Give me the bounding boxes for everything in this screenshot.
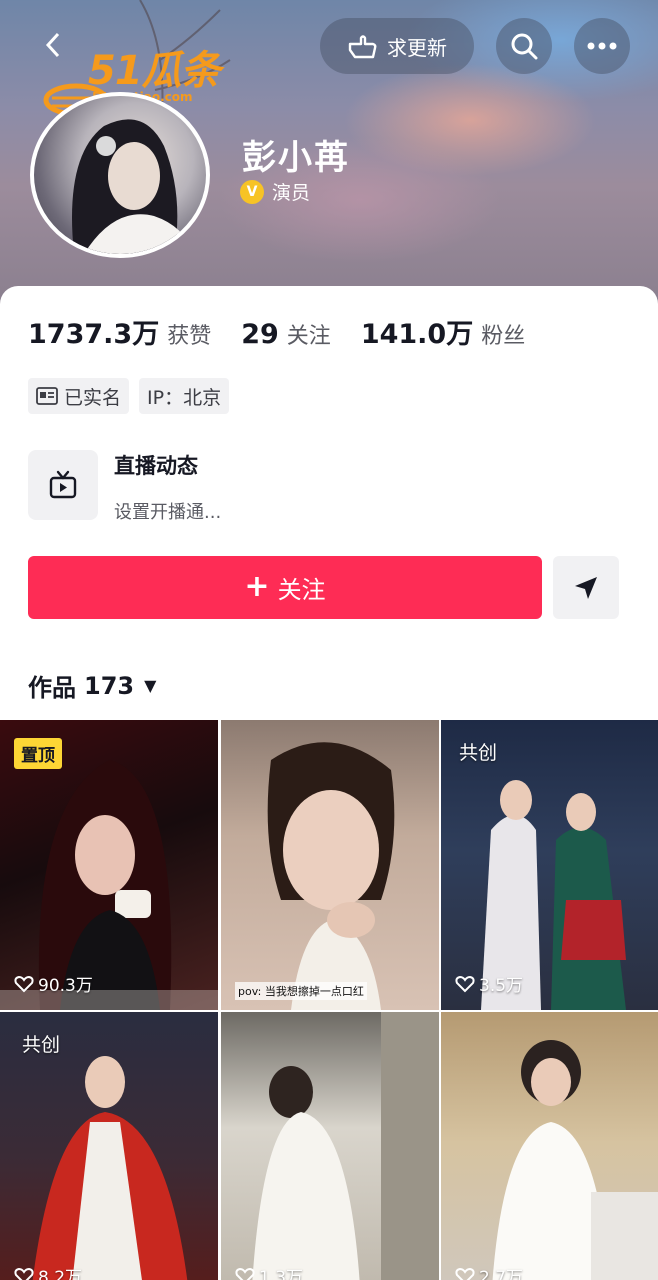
pinned-badge: 置顶	[14, 738, 62, 769]
heart-icon	[14, 1267, 34, 1280]
verified-row: V 演员	[240, 178, 310, 205]
heart-icon	[455, 975, 475, 992]
video-likes: 3.5万	[455, 971, 523, 996]
stat-followers-label: 粉丝	[481, 324, 526, 349]
back-chevron-icon[interactable]	[44, 30, 62, 64]
caret-down-icon: ▼	[144, 676, 157, 695]
video-tile[interactable]: 共创 3.5万	[441, 720, 658, 1010]
tags-row: 已实名 IP：北京	[28, 378, 230, 414]
likes-count: 1.3万	[259, 1268, 304, 1280]
tag-ip-label: IP：北京	[147, 386, 222, 409]
follow-button[interactable]: + 关注	[28, 556, 542, 619]
video-thumbnail	[252, 1012, 439, 1280]
tag-verified-identity[interactable]: 已实名	[28, 378, 130, 414]
stat-likes-label: 获赞	[167, 324, 212, 349]
hand-point-icon	[348, 35, 377, 59]
works-count: 173	[84, 671, 135, 700]
tag-verified-label: 已实名	[64, 386, 122, 409]
live-activity[interactable]: 直播动态 设置开播通...	[28, 450, 221, 524]
live-icon-box	[28, 450, 98, 520]
plus-icon: +	[244, 568, 270, 604]
watermark-brand: 51瓜条	[88, 48, 221, 94]
heart-icon	[235, 1267, 255, 1280]
likes-count: 8.2万	[38, 1268, 83, 1280]
video-tile[interactable]: 1.3万	[221, 1012, 439, 1280]
search-icon	[511, 33, 538, 60]
tag-ip-location: IP：北京	[139, 378, 230, 414]
live-text: 直播动态 设置开播通...	[114, 450, 221, 524]
id-card-icon	[36, 387, 58, 405]
stat-followers-value[interactable]: 141.0万	[361, 312, 473, 351]
co-creation-badge: 共创	[459, 742, 498, 764]
likes-count: 90.3万	[38, 976, 93, 996]
video-caption: pov: 当我想擦掉一点口红	[235, 982, 367, 1000]
video-tile[interactable]: 2.7万	[441, 1012, 658, 1280]
video-grid: 置顶 90.3万 pov: 当我想擦掉一点口红 共创 3.5万 共创 8.2万 …	[0, 720, 658, 1280]
stat-following-value[interactable]: 29	[241, 319, 279, 350]
video-tile[interactable]: 共创 8.2万	[0, 1012, 218, 1280]
stats-row: 1737.3万 获赞 29 关注 141.0万 粉丝	[28, 312, 555, 351]
request-update-label: 求更新	[387, 35, 447, 60]
stat-following-label: 关注	[286, 324, 331, 349]
verified-label: 演员	[272, 182, 311, 204]
video-tile[interactable]: 置顶 90.3万	[0, 720, 218, 1010]
likes-count: 2.7万	[479, 1268, 524, 1280]
profile-name: 彭小苒	[242, 138, 350, 178]
video-likes: 90.3万	[14, 971, 93, 996]
video-likes: 8.2万	[14, 1263, 82, 1280]
heart-icon	[14, 975, 34, 992]
more-button[interactable]	[574, 18, 630, 74]
video-likes: 1.3万	[235, 1263, 303, 1280]
co-creation-badge: 共创	[22, 1034, 61, 1056]
likes-count: 3.5万	[479, 976, 524, 996]
live-subtitle: 设置开播通...	[114, 502, 222, 523]
request-update-button[interactable]: 求更新	[320, 18, 474, 74]
avatar-portrait	[72, 119, 194, 254]
video-tile[interactable]: pov: 当我想擦掉一点口红	[221, 720, 439, 1010]
works-label: 作品	[28, 674, 76, 702]
more-dots-icon	[587, 42, 617, 50]
avatar[interactable]	[30, 92, 210, 258]
video-likes: 2.7万	[455, 1263, 523, 1280]
heart-icon	[455, 1267, 475, 1280]
send-icon	[575, 576, 597, 599]
stat-likes-value[interactable]: 1737.3万	[28, 312, 159, 351]
follow-label: 关注	[277, 576, 326, 604]
video-thumbnail	[267, 742, 395, 1010]
share-button[interactable]	[553, 556, 619, 619]
video-thumbnail	[492, 1040, 658, 1280]
verified-badge-icon: V	[240, 179, 264, 204]
live-title: 直播动态	[114, 454, 198, 478]
works-tab[interactable]: 作品 173 ▼	[28, 668, 156, 703]
search-button[interactable]	[496, 18, 552, 74]
tv-live-icon	[49, 470, 77, 499]
